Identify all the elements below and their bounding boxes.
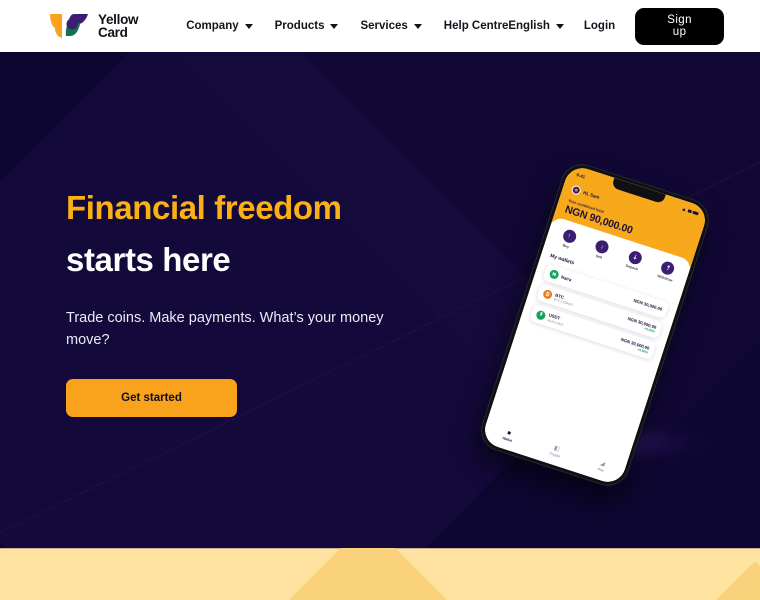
status-icons xyxy=(682,207,699,216)
footer-band xyxy=(0,548,760,600)
signal-icon xyxy=(682,207,687,211)
tab-crypto[interactable]: ◧ Crypto xyxy=(549,444,563,459)
avatar[interactable] xyxy=(570,184,582,196)
naira-coin-icon: ₦ xyxy=(548,268,560,281)
status-time: 9:41 xyxy=(575,172,586,180)
greeting-label: Hi, Sam xyxy=(582,190,601,201)
action-label-buy: Buy xyxy=(562,243,570,250)
wallet-values: NGN 30,000.00 xyxy=(633,298,663,312)
buy-icon: ↑ xyxy=(560,227,578,245)
wallet-values: NGN 30,000.00 +0.00% xyxy=(619,336,650,354)
language-selector[interactable]: English xyxy=(508,20,564,32)
login-link[interactable]: Login xyxy=(584,20,615,32)
site-header: Yellow Card Company Products Services He… xyxy=(0,0,760,52)
action-sell[interactable]: ↓ Sell xyxy=(587,237,616,262)
get-started-button[interactable]: Get started xyxy=(66,379,237,418)
wallet-identity: ₿ BTC BTC 0.004637 xyxy=(541,288,575,307)
language-label: English xyxy=(508,20,550,32)
phone-mockup: 9:41 Hi, Sam Your combined total NGN 90,… xyxy=(470,147,760,547)
page-root: Yellow Card Company Products Services He… xyxy=(0,0,760,600)
wallet-values: NGN 30,000.00 +0.09% xyxy=(626,316,657,334)
primary-navigation: Company Products Services Help Centre xyxy=(186,20,508,32)
wifi-icon xyxy=(686,208,692,214)
wallet-text: Naira xyxy=(560,274,573,283)
headline-line-1: Financial freedom xyxy=(66,189,342,226)
deposit-icon: ⇣ xyxy=(626,249,644,266)
wallet-name: Naira xyxy=(560,274,573,283)
brand-name-line2: Card xyxy=(98,25,128,40)
sell-icon: ↓ xyxy=(593,238,611,256)
wallet-text: BTC BTC 0.004637 xyxy=(553,292,575,307)
action-deposit[interactable]: ⇣ Deposit xyxy=(620,248,649,273)
brand-logo[interactable]: Yellow Card xyxy=(48,11,139,41)
band-chevron-center xyxy=(240,548,496,600)
band-chevron-right xyxy=(677,561,760,600)
pay-icon: ◢ xyxy=(599,460,606,468)
crypto-icon: ◧ xyxy=(553,445,561,453)
action-withdraw[interactable]: ⇡ Withdraw xyxy=(653,258,682,283)
chevron-down-icon xyxy=(244,24,253,29)
tab-pay[interactable]: ◢ Pay xyxy=(597,460,606,473)
wallet-amount: NGN 30,000.00 xyxy=(632,297,663,312)
btc-coin-icon: ₿ xyxy=(541,288,554,301)
nav-item-help-centre[interactable]: Help Centre xyxy=(444,20,509,32)
chevron-down-icon xyxy=(555,24,564,29)
login-label: Login xyxy=(583,20,616,32)
nav-label-company: Company xyxy=(186,20,239,32)
wallet-text: USDT 40.00 USDT xyxy=(547,313,566,327)
nav-item-company[interactable]: Company xyxy=(186,20,253,32)
chevron-down-icon xyxy=(413,24,422,29)
nav-label-services: Services xyxy=(360,20,408,32)
hero-subcopy: Trade coins. Make payments. What’s your … xyxy=(66,310,384,349)
nav-item-services[interactable]: Services xyxy=(360,20,422,32)
tab-label-pay: Pay xyxy=(597,467,605,473)
battery-icon xyxy=(692,210,699,216)
wallet-identity: ₦ Naira xyxy=(548,268,573,285)
action-label-withdraw: Withdraw xyxy=(656,273,673,283)
action-label-sell: Sell xyxy=(595,254,603,260)
signup-button[interactable]: Sign up xyxy=(635,7,724,45)
wallet-icon: ■ xyxy=(506,430,512,437)
nav-label-help-centre: Help Centre xyxy=(443,20,509,32)
brand-wordmark: Yellow Card xyxy=(98,11,139,40)
yellowcard-logo-icon xyxy=(48,11,91,41)
nav-item-products[interactable]: Products xyxy=(275,20,339,32)
chevron-down-icon xyxy=(330,24,339,29)
header-actions: English Login Sign up xyxy=(508,7,724,45)
withdraw-icon: ⇡ xyxy=(659,260,677,277)
wallet-identity: ₮ USDT 40.00 USDT xyxy=(535,309,566,327)
brand-name-line1: Yellow xyxy=(98,11,139,27)
tab-label-wallet: Wallet xyxy=(501,436,513,444)
tab-wallet[interactable]: ■ Wallet xyxy=(502,429,515,443)
action-buy[interactable]: ↑ Buy xyxy=(554,226,583,251)
usdt-coin-icon: ₮ xyxy=(535,309,547,321)
hero-copy: Financial freedom starts here Trade coin… xyxy=(66,182,466,418)
action-label-deposit: Deposit xyxy=(625,263,639,272)
nav-label-products: Products xyxy=(274,20,325,32)
headline-line-2: starts here xyxy=(66,241,231,279)
hero-section: Financial freedom starts here Trade coin… xyxy=(0,52,760,548)
page-title: Financial freedom starts here xyxy=(66,182,466,286)
